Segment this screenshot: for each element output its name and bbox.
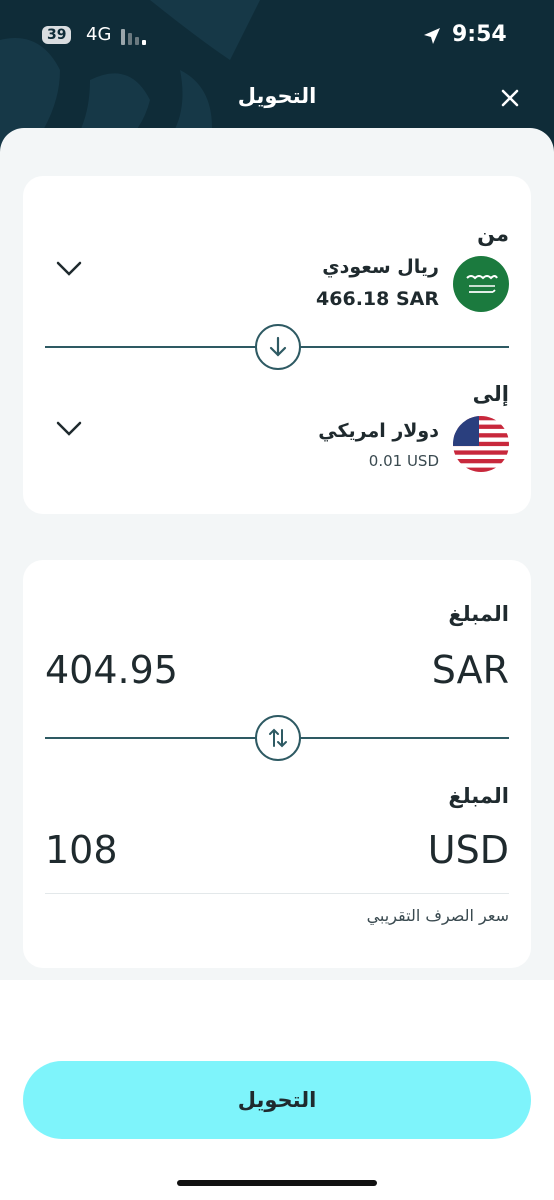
chevron-down-icon[interactable] [55, 260, 83, 278]
from-currency-name: ريال سعودي [322, 256, 439, 278]
signal-icon [121, 29, 151, 45]
content-sheet: من ريال سعودي 466.18 SAR إلى دولار امريك… [0, 128, 554, 980]
from-balance: 466.18 SAR [316, 288, 439, 310]
network-type: 4G [86, 24, 112, 45]
to-balance: 0.01 USD [368, 452, 439, 470]
to-currency-name: دولار امريكي [318, 420, 439, 442]
amount-from-label: المبلغ [448, 602, 509, 626]
currency-selection-card: من ريال سعودي 466.18 SAR إلى دولار امريك… [23, 176, 531, 514]
to-label: إلى [472, 382, 509, 406]
page-title: التحويل [237, 84, 317, 108]
us-flag-icon [453, 416, 509, 472]
from-label: من [477, 222, 509, 246]
swap-direction-button[interactable] [255, 324, 301, 370]
rate-separator [45, 893, 509, 894]
amount-card: المبلغ SAR 404.95 المبلغ USD 108 سعر الص… [23, 560, 531, 968]
swap-amounts-button[interactable] [255, 715, 301, 761]
amount-from-input[interactable]: 404.95 [45, 648, 178, 692]
status-time: 9:54 [452, 22, 507, 47]
amount-to-input[interactable]: 108 [45, 828, 118, 872]
exchange-rate-label: سعر الصرف التقريبي [366, 906, 509, 925]
swap-vertical-icon [269, 728, 287, 748]
arrow-down-icon [269, 336, 287, 357]
location-arrow-icon [424, 28, 440, 44]
amount-to-label: المبلغ [448, 784, 509, 808]
convert-button[interactable]: التحويل [23, 1061, 531, 1139]
status-bar: 39 4G 9:54 [0, 22, 554, 54]
amount-from-currency: SAR [431, 648, 509, 692]
home-indicator [177, 1180, 377, 1186]
amount-to-currency: USD [427, 828, 509, 872]
close-icon[interactable] [496, 84, 524, 112]
saudi-flag-icon [453, 256, 509, 312]
battery-indicator: 39 [42, 26, 72, 44]
chevron-down-icon[interactable] [55, 420, 83, 438]
